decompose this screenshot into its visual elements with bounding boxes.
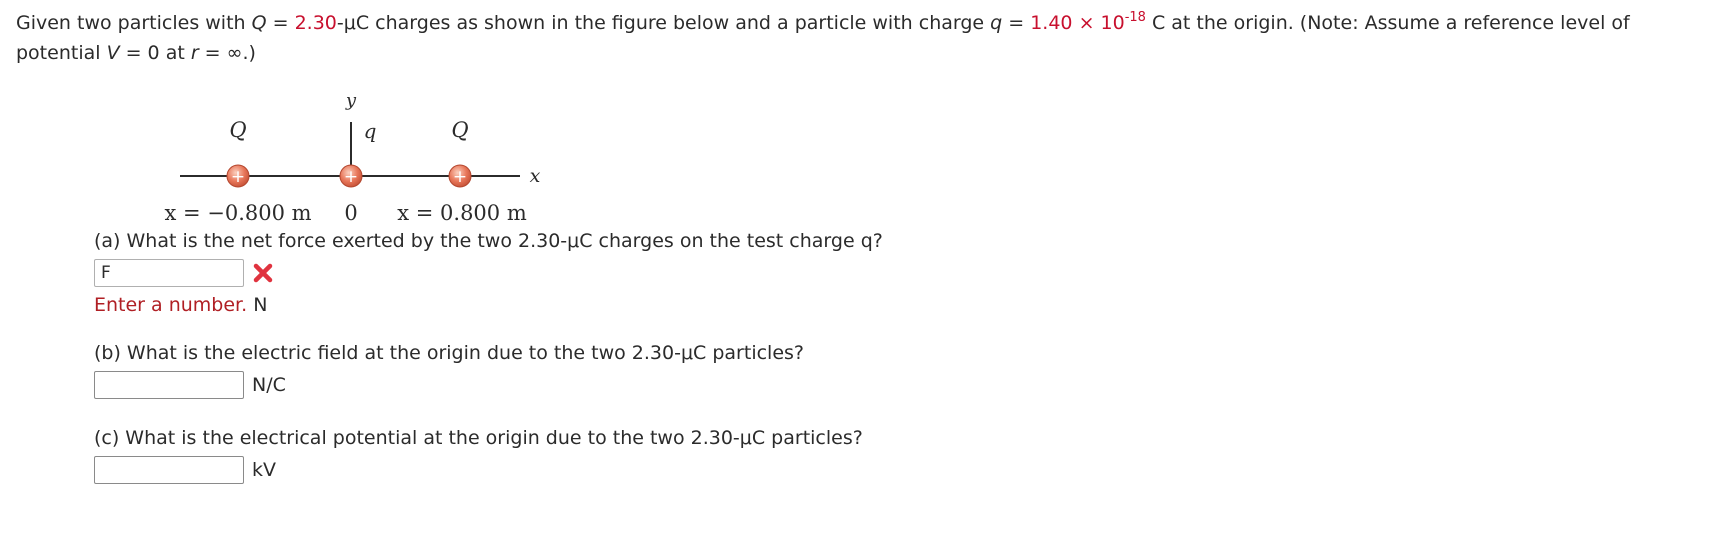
charge-figure: + + + Q Q q y x x = −0.800 m 0 x = 0.800…: [164, 92, 541, 225]
intro-text: Given two particles with: [16, 12, 252, 34]
y-axis-label: y: [345, 92, 357, 111]
feedback-message: Enter a number.: [94, 294, 248, 316]
question-b-text: (b) What is the electric field at the or…: [94, 342, 804, 364]
center-charge-label: q: [364, 119, 377, 143]
center-charge-plus: +: [344, 167, 358, 187]
answer-c-unit: kV: [252, 459, 277, 481]
answer-a-unit: N: [253, 294, 268, 316]
question-c: (c) What is the electrical potential at …: [94, 425, 994, 485]
x-axis-label: x: [530, 165, 541, 187]
answer-b-unit: N/C: [252, 374, 286, 396]
answer-a-input[interactable]: [94, 259, 244, 287]
answer-c-row: kV: [94, 455, 994, 485]
right-charge-label: Q: [451, 118, 468, 142]
Q-symbol: Q: [251, 12, 267, 34]
q-symbol: q: [990, 12, 1003, 34]
left-charge-plus: +: [231, 167, 245, 187]
left-position-label: x = −0.800 m: [164, 201, 311, 225]
V-symbol: V: [106, 42, 120, 64]
answer-c-input[interactable]: [94, 456, 244, 484]
q-value-mantissa: 1.40 × 10: [1030, 12, 1125, 34]
intro-text: =: [266, 12, 295, 34]
left-charge-label: Q: [229, 118, 246, 142]
question-c-text: (c) What is the electrical potential at …: [94, 427, 863, 449]
intro-text: -μC charges as shown in the figure below…: [336, 12, 991, 34]
question-a: (a) What is the net force exerted by the…: [94, 228, 994, 318]
answer-b-row: N/C: [94, 370, 994, 400]
answer-a-row: [94, 258, 994, 288]
question-a-text: (a) What is the net force exerted by the…: [94, 230, 883, 252]
right-position-label: x = 0.800 m: [397, 201, 527, 225]
intro-text: =: [1002, 12, 1031, 34]
intro-text: = 0 at: [119, 42, 191, 64]
q-value-exponent: -18: [1124, 10, 1146, 25]
x-mark-icon: [253, 263, 273, 283]
question-b: (b) What is the electric field at the or…: [94, 340, 994, 400]
answer-a-feedback: Enter a number. N: [94, 292, 994, 318]
right-charge-plus: +: [453, 167, 467, 187]
problem-statement: Given two particles with Q = 2.30-μC cha…: [16, 8, 1716, 68]
intro-text: = ∞.): [198, 42, 256, 64]
answer-b-input[interactable]: [94, 371, 244, 399]
Q-value: 2.30: [294, 12, 337, 34]
origin-label: 0: [344, 201, 357, 225]
r-symbol: r: [190, 42, 199, 64]
